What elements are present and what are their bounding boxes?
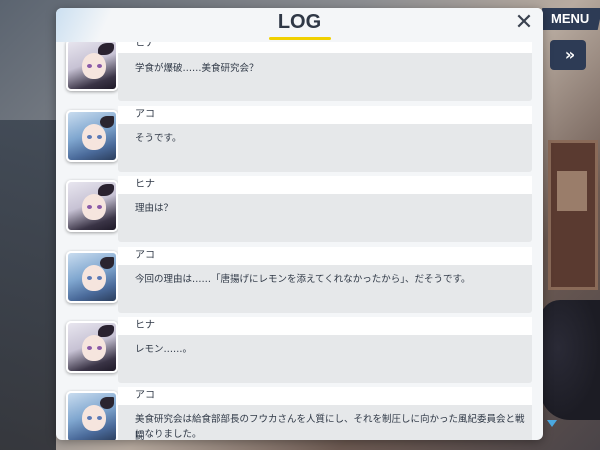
log-entry: ヒナ 学食が爆破……美食研究会？ [56, 35, 543, 103]
log-entry: ヒナ レモン……。 [56, 317, 543, 385]
dialogue-line: 学食が爆破……美食研究会？ [135, 63, 259, 74]
fast-forward-icon: » [564, 45, 576, 64]
log-title: LOG [277, 11, 322, 33]
speaker-name: アコ [135, 250, 155, 261]
speaker-name: ヒナ [135, 320, 155, 331]
log-list[interactable]: ヒナ 学食が爆破……美食研究会？ アコ そうです。 ヒナ 理由は？ アコ 今回の… [56, 8, 543, 440]
log-panel: ヒナ 学食が爆破……美食研究会？ アコ そうです。 ヒナ 理由は？ アコ 今回の… [56, 8, 543, 440]
log-entry: アコ 今回の理由は……「唐揚げにレモンを添えてくれなかったから」、だそうです。 [56, 247, 543, 315]
log-entry: アコ そうです。 [56, 106, 543, 174]
hina-avatar [66, 321, 118, 373]
dialogue-line: 今回の理由は……「唐揚げにレモンを添えてくれなかったから」、だそうです。 [135, 274, 471, 285]
hina-avatar [66, 180, 118, 232]
ako-avatar [66, 251, 118, 303]
ako-avatar [66, 110, 118, 162]
close-icon[interactable]: ✕ [512, 12, 536, 36]
ako-avatar [66, 391, 118, 440]
menu-button-label: MENU [550, 11, 590, 26]
dialogue-bubble: アコ 美食研究会は給食部部長のフウカさんを人質にし、それを制圧しに向かった風紀委… [118, 387, 532, 440]
speaker-name: アコ [135, 390, 155, 401]
speaker-name: ヒナ [135, 179, 155, 190]
dialogue-bubble: アコ 今回の理由は……「唐揚げにレモンを添えてくれなかったから」、だそうです。 [118, 247, 532, 313]
log-entry: ヒナ 理由は？ [56, 176, 543, 244]
dialogue-line: 理由は？ [135, 203, 174, 214]
fast-forward-button[interactable]: » [550, 40, 586, 70]
dialogue-line: そうです。 [135, 133, 182, 144]
background-chair [540, 300, 600, 420]
menu-button[interactable]: MENU [537, 8, 600, 30]
dialogue-line: レモン……。 [135, 344, 193, 355]
dialogue-bubble: ヒナ 理由は？ [118, 176, 532, 242]
scroll-down-icon[interactable] [547, 420, 557, 427]
log-entry: アコ 美食研究会は給食部部長のフウカさんを人質にし、それを制圧しに向かった風紀委… [56, 387, 543, 440]
background-character-silhouette [0, 120, 56, 450]
title-underline [269, 37, 331, 40]
hina-avatar [66, 39, 118, 91]
dialogue-bubble: ヒナ レモン……。 [118, 317, 532, 383]
speaker-name: アコ [135, 109, 155, 120]
dialogue-bubble: ヒナ 学食が爆破……美食研究会？ [118, 35, 532, 101]
background-door [548, 140, 598, 290]
dialogue-line: になりました。 [135, 429, 202, 440]
dialogue-bubble: アコ そうです。 [118, 106, 532, 172]
log-header: LOG ✕ [56, 8, 543, 42]
